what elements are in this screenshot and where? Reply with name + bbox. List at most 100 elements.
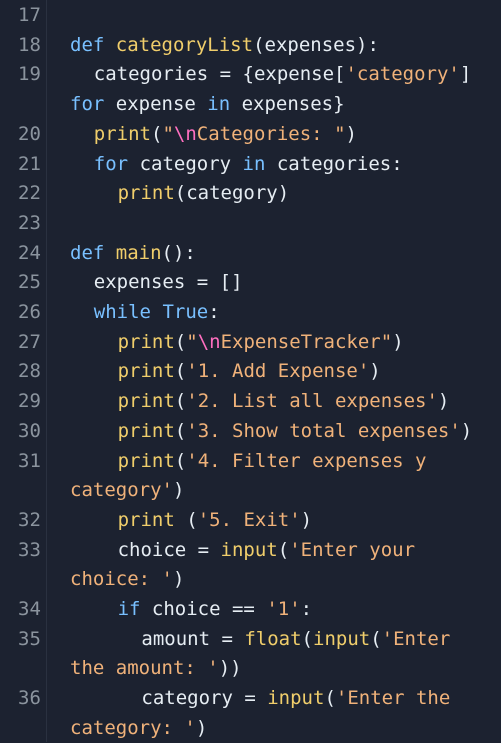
token-plain: )	[392, 330, 404, 353]
token-plain: :	[208, 301, 220, 323]
code-text: print('4. Filter expenses y	[118, 446, 427, 476]
token-fn: categoryList	[115, 33, 254, 56]
token-plain: )	[345, 122, 357, 145]
token-plain: (	[151, 122, 163, 145]
token-plain: (	[174, 360, 187, 383]
code-line: 36 category = input('Enter the	[0, 683, 501, 713]
token-plain: (	[277, 538, 290, 561]
token-plain: (	[324, 687, 336, 710]
code-line: 24 def main():	[0, 238, 501, 268]
token-str: 'Enter the	[335, 687, 451, 710]
code-text: print("\nCategories: ")	[94, 119, 357, 149]
line-number: 31	[18, 449, 41, 472]
code-line: 19 categories = {expense['category']	[0, 59, 501, 89]
token-esc: \n	[197, 330, 221, 353]
token-esc: \n	[173, 122, 197, 145]
code-line: 18 def categoryList(expenses):	[0, 30, 501, 60]
code-text: print('1. Add Expense')	[118, 356, 381, 386]
token-plain: amount =	[141, 627, 245, 650]
code-text: the amount: '))	[70, 653, 242, 683]
token-plain: (	[301, 627, 313, 650]
token-fn: print	[117, 182, 175, 205]
token-plain: categories = {expense[	[93, 63, 346, 86]
code-text: print ('5. Exit')	[118, 505, 313, 535]
token-plain: (	[370, 627, 382, 650]
token-str: '4. Filter expenses y	[186, 449, 427, 472]
token-fn: print	[117, 508, 175, 531]
token-str: "	[186, 330, 198, 353]
token-plain: expenses = []	[93, 271, 243, 294]
code-text: for expense in expenses}	[70, 89, 345, 119]
token-plain: (	[174, 330, 187, 353]
token-kw: True	[162, 301, 209, 323]
code-editor[interactable]: 17 18 def categoryList(expenses): 19 categor…	[0, 0, 501, 742]
token-kw: for	[70, 93, 105, 116]
token-fn: print	[117, 419, 175, 442]
token-str: 'Enter	[381, 627, 451, 650]
line-number: 23	[18, 211, 41, 234]
code-line: 21 for category in categories:	[0, 149, 501, 179]
token-plain: choice ==	[140, 598, 267, 620]
token-plain: choice =	[117, 538, 221, 561]
code-text: print('2. List all expenses')	[118, 386, 450, 416]
line-number: 18	[18, 33, 41, 56]
code-line: 28 print('1. Add Expense')	[0, 356, 501, 386]
code-line-wrap: category')	[0, 475, 501, 505]
token-str: category: '	[70, 716, 196, 739]
code-line-wrap: for expense in expenses}	[0, 89, 501, 119]
line-number: 26	[18, 301, 41, 323]
code-text: if choice == '1':	[118, 594, 313, 624]
code-line: 30 print('3. Show total expenses')	[0, 416, 501, 446]
token-plain: ():	[161, 241, 196, 264]
code-line: 17	[0, 0, 501, 30]
token-str: category'	[70, 479, 173, 502]
code-text: print("\nExpenseTracker")	[118, 327, 404, 357]
token-fn: print	[117, 390, 175, 413]
code-line: 22 print(category)	[0, 178, 501, 208]
code-line: 34 if choice == '1':	[0, 594, 501, 624]
code-text: choice: ')	[70, 564, 184, 594]
token-plain: :	[300, 598, 313, 620]
code-text: choice = input('Enter your	[118, 535, 415, 565]
code-line: 29 print('2. List all expenses')	[0, 386, 501, 416]
code-text: def categoryList(expenses):	[70, 30, 379, 60]
line-number: 35	[18, 627, 41, 650]
token-kw: if	[117, 598, 141, 620]
code-text: categories = {expense['category']	[94, 59, 472, 89]
token-plain: categories:	[265, 152, 403, 175]
token-fn: float	[244, 627, 302, 650]
token-plain: (expenses):	[253, 33, 379, 56]
token-plain: (category)	[174, 182, 290, 205]
code-text: while True:	[94, 297, 220, 327]
token-plain: (	[174, 508, 198, 531]
token-fn: input	[267, 687, 325, 710]
line-number: 34	[18, 598, 41, 620]
code-line: 27 print("\nExpenseTracker")	[0, 327, 501, 357]
code-text: amount = float(input('Enter	[141, 624, 450, 654]
line-number: 33	[18, 538, 41, 561]
token-str: the amount: '	[70, 657, 219, 680]
token-str: '1'	[266, 598, 301, 620]
code-line: 32 print ('5. Exit')	[0, 505, 501, 535]
code-line: 35 amount = float(input('Enter	[0, 624, 501, 654]
token-fn: print	[93, 122, 151, 145]
token-str: '1. Add Expense'	[186, 360, 370, 383]
token-plain: (	[174, 449, 187, 472]
line-number: 36	[18, 687, 41, 710]
line-number: 17	[18, 4, 41, 26]
token-plain: (	[174, 419, 187, 442]
token-plain: )	[300, 508, 313, 531]
token-fn: main	[115, 241, 162, 264]
token-fn: print	[117, 360, 175, 383]
token-plain: )	[172, 568, 185, 591]
token-fn: input	[220, 538, 278, 561]
token-plain: ))	[218, 657, 242, 680]
code-line-wrap: choice: ')	[0, 564, 501, 594]
token-str: '5. Exit'	[197, 508, 301, 531]
line-number: 21	[18, 152, 41, 175]
code-line: 20 print("\nCategories: ")	[0, 119, 501, 149]
code-line: 25 expenses = []	[0, 267, 501, 297]
code-line-wrap: the amount: '))	[0, 653, 501, 683]
line-number: 19	[18, 63, 41, 86]
